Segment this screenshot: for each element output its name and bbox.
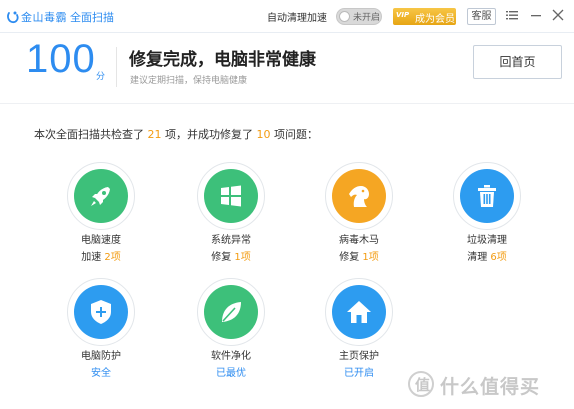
score-unit: 分 bbox=[96, 72, 106, 82]
item-ring bbox=[325, 278, 393, 346]
item-system-anomaly[interactable]: 系统异常 修复 1项 bbox=[181, 162, 281, 263]
item-homepage-protection[interactable]: 主页保护 已开启 bbox=[309, 278, 409, 379]
item-ring bbox=[453, 162, 521, 230]
item-ring bbox=[67, 278, 135, 346]
toggle-state-label: 未开启 bbox=[353, 13, 381, 23]
item-ring bbox=[197, 162, 265, 230]
toggle-knob bbox=[339, 11, 350, 22]
vip-button-label: 成为会员 bbox=[415, 14, 455, 25]
vip-icon: VIP bbox=[396, 11, 410, 19]
item-label: 主页保护 bbox=[339, 351, 379, 362]
status-value: 1项 bbox=[234, 252, 251, 263]
item-circle bbox=[204, 285, 258, 339]
rocket-icon bbox=[91, 187, 110, 206]
status-value: 1项 bbox=[362, 252, 379, 263]
item-circle bbox=[74, 169, 128, 223]
checked-count: 21 bbox=[147, 128, 162, 141]
customer-service-button[interactable]: 客服 bbox=[467, 8, 496, 25]
item-circle bbox=[460, 169, 514, 223]
watermark-text: 什么值得买 bbox=[440, 376, 541, 398]
fixed-count: 10 bbox=[256, 128, 271, 141]
status-value: 6项 bbox=[490, 252, 507, 263]
item-status: 清理 6项 bbox=[437, 248, 537, 263]
item-status: 已最优 bbox=[216, 368, 246, 379]
header-divider bbox=[116, 47, 117, 87]
item-ring bbox=[197, 278, 265, 346]
item-status: 安全 bbox=[91, 368, 111, 379]
windows-icon bbox=[221, 185, 241, 207]
item-virus-trojan[interactable]: 病毒木马 修复 1项 bbox=[309, 162, 409, 263]
item-label: 垃圾清理 bbox=[467, 235, 507, 246]
summary-middle: 项，并成功修复了 bbox=[161, 128, 257, 141]
item-ring bbox=[325, 162, 393, 230]
result-subline: 建议定期扫描，保持电脑健康 bbox=[130, 76, 248, 86]
status-prefix: 修复 bbox=[339, 252, 363, 263]
shield-icon bbox=[91, 300, 111, 324]
app-logo-icon bbox=[7, 11, 19, 24]
item-circle bbox=[332, 285, 386, 339]
summary-prefix: 本次全面扫描共检查了 bbox=[34, 128, 148, 141]
close-icon[interactable] bbox=[552, 9, 564, 21]
trash-icon bbox=[478, 185, 496, 207]
item-pc-speed[interactable]: 电脑速度 加速 2项 bbox=[51, 162, 151, 263]
auto-clean-toggle[interactable]: 未开启 bbox=[336, 8, 382, 25]
item-status: 已开启 bbox=[344, 368, 374, 379]
back-home-button[interactable]: 回首页 bbox=[473, 45, 562, 79]
summary-suffix: 项问题： bbox=[270, 128, 318, 141]
section-divider bbox=[0, 103, 574, 104]
leaf-icon bbox=[222, 302, 241, 322]
watermark-logo-icon: 值 bbox=[408, 371, 434, 397]
scan-summary: 本次全面扫描共检查了 21 项，并成功修复了 10 项问题： bbox=[34, 126, 318, 142]
home-icon bbox=[347, 301, 371, 323]
app-section-title: 全面扫描 bbox=[70, 11, 114, 24]
item-status: 加速 2项 bbox=[51, 248, 151, 263]
become-vip-button[interactable]: VIP 成为会员 bbox=[393, 8, 456, 25]
item-status: 修复 1项 bbox=[181, 248, 281, 263]
item-label: 电脑速度 bbox=[81, 235, 121, 246]
item-status: 修复 1项 bbox=[309, 248, 409, 263]
item-circle bbox=[332, 169, 386, 223]
menu-icon[interactable] bbox=[506, 9, 518, 21]
minimize-icon[interactable] bbox=[530, 9, 542, 21]
item-software-purify[interactable]: 软件净化 已最优 bbox=[181, 278, 281, 379]
item-label: 系统异常 bbox=[211, 235, 251, 246]
status-prefix: 加速 bbox=[81, 252, 105, 263]
item-label: 软件净化 bbox=[211, 351, 251, 362]
item-label: 电脑防护 bbox=[81, 351, 121, 362]
health-score: 100 bbox=[26, 37, 96, 81]
item-label: 病毒木马 bbox=[339, 235, 379, 246]
item-circle bbox=[74, 285, 128, 339]
auto-clean-label: 自动清理加速 bbox=[267, 13, 327, 24]
item-circle bbox=[204, 169, 258, 223]
title-bar: 金山毒霸 全面扫描 自动清理加速 未开启 VIP 成为会员 客服 bbox=[0, 0, 574, 33]
status-value: 2项 bbox=[104, 252, 121, 263]
item-ring bbox=[67, 162, 135, 230]
status-prefix: 清理 bbox=[467, 252, 491, 263]
status-prefix: 修复 bbox=[211, 252, 235, 263]
result-headline: 修复完成，电脑非常健康 bbox=[129, 50, 316, 70]
app-name: 金山毒霸 bbox=[21, 11, 67, 24]
item-junk-clean[interactable]: 垃圾清理 清理 6项 bbox=[437, 162, 537, 263]
item-pc-protection[interactable]: 电脑防护 安全 bbox=[51, 278, 151, 379]
horse-icon bbox=[349, 186, 369, 207]
watermark-glyph: 值 bbox=[415, 376, 431, 394]
